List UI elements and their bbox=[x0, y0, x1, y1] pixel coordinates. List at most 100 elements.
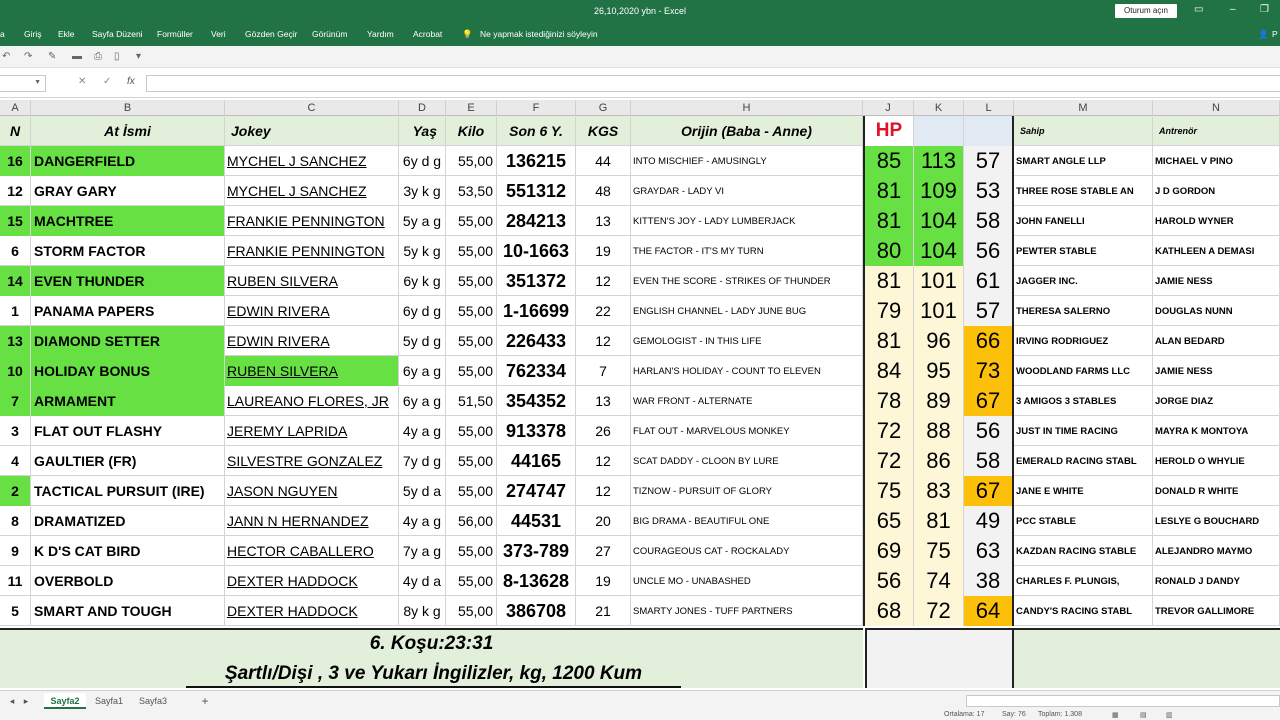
tab-view[interactable]: Görünüm bbox=[312, 29, 347, 39]
cell-age[interactable]: 4y a g bbox=[399, 506, 446, 536]
cell-origin[interactable]: GRAYDAR - LADY VI bbox=[631, 176, 863, 206]
cell-jockey[interactable]: DEXTER HADDOCK bbox=[225, 566, 399, 596]
header-owner[interactable]: Sahip bbox=[1014, 116, 1153, 146]
cell-k[interactable]: 104 bbox=[914, 206, 964, 236]
cell-horse[interactable]: MACHTREE bbox=[31, 206, 225, 236]
cell-jockey[interactable]: HECTOR CABALLERO bbox=[225, 536, 399, 566]
header-age[interactable]: Yaş bbox=[399, 116, 446, 146]
column-header[interactable]: K bbox=[914, 100, 964, 116]
ribbon-display-icon[interactable]: ▭ bbox=[1194, 4, 1203, 15]
cell-l[interactable]: 67 bbox=[964, 386, 1014, 416]
cell-l[interactable]: 57 bbox=[964, 296, 1014, 326]
cell-no[interactable]: 9 bbox=[0, 536, 31, 566]
insert-function-icon[interactable]: fx bbox=[127, 76, 135, 87]
cell-hp[interactable]: 68 bbox=[863, 596, 914, 626]
cell-age[interactable]: 7y a g bbox=[399, 536, 446, 566]
cell-son6[interactable]: 44165 bbox=[497, 446, 576, 476]
cell-kilo[interactable]: 55,00 bbox=[446, 566, 497, 596]
cell-age[interactable]: 5y d a bbox=[399, 476, 446, 506]
tab-insert[interactable]: Ekle bbox=[58, 29, 75, 39]
cell-kgs[interactable]: 20 bbox=[576, 506, 631, 536]
cell-kgs[interactable]: 12 bbox=[576, 326, 631, 356]
cell-kilo[interactable]: 55,00 bbox=[446, 416, 497, 446]
cell-owner[interactable]: THREE ROSE STABLE AN bbox=[1014, 176, 1153, 206]
cell-kgs[interactable]: 21 bbox=[576, 596, 631, 626]
cell-owner[interactable]: IRVING RODRIGUEZ bbox=[1014, 326, 1153, 356]
cell-owner[interactable]: CHARLES F. PLUNGIS, bbox=[1014, 566, 1153, 596]
cell-son6[interactable]: 10-1663 bbox=[497, 236, 576, 266]
cell-trainer[interactable]: DONALD R WHITE bbox=[1153, 476, 1280, 506]
cell-age[interactable]: 6y d g bbox=[399, 296, 446, 326]
cell-son6[interactable]: 274747 bbox=[497, 476, 576, 506]
cell-hp[interactable]: 81 bbox=[863, 176, 914, 206]
cell-no[interactable]: 16 bbox=[0, 146, 31, 176]
sheet-tab-sayfa1[interactable]: Sayfa1 bbox=[88, 693, 130, 709]
tab-help[interactable]: Yardım bbox=[367, 29, 394, 39]
cell-hp[interactable]: 85 bbox=[863, 146, 914, 176]
share-person-icon[interactable]: 👤 bbox=[1258, 29, 1269, 40]
cell-age[interactable]: 4y a g bbox=[399, 416, 446, 446]
cell-jockey[interactable]: RUBEN SILVERA bbox=[225, 266, 399, 296]
redo-icon[interactable]: ↷ bbox=[24, 51, 32, 62]
new-document-icon[interactable]: ▯ bbox=[114, 51, 120, 62]
header-horse[interactable]: At İsmi bbox=[31, 116, 225, 146]
cell-origin[interactable]: GEMOLOGIST - IN THIS LIFE bbox=[631, 326, 863, 356]
cell-horse[interactable]: DANGERFIELD bbox=[31, 146, 225, 176]
column-header[interactable]: D bbox=[399, 100, 446, 116]
header-kgs[interactable]: KGS bbox=[576, 116, 631, 146]
cell-l[interactable]: 56 bbox=[964, 416, 1014, 446]
cell-kilo[interactable]: 55,00 bbox=[446, 206, 497, 236]
column-header[interactable]: G bbox=[576, 100, 631, 116]
worksheet-grid[interactable]: N At İsmi Jokey Yaş Kilo Son 6 Y. KGS Or… bbox=[0, 116, 1280, 688]
column-header[interactable]: J bbox=[863, 100, 914, 116]
confirm-icon[interactable]: ✓ bbox=[103, 76, 111, 87]
cell-no[interactable]: 1 bbox=[0, 296, 31, 326]
cell-son6[interactable]: 386708 bbox=[497, 596, 576, 626]
cell-jockey[interactable]: EDWIN RIVERA bbox=[225, 296, 399, 326]
header-no[interactable]: N bbox=[0, 116, 31, 146]
cell-origin[interactable]: EVEN THE SCORE - STRIKES OF THUNDER bbox=[631, 266, 863, 296]
cell-origin[interactable]: ENGLISH CHANNEL - LADY JUNE BUG bbox=[631, 296, 863, 326]
cell-kilo[interactable]: 55,00 bbox=[446, 536, 497, 566]
horizontal-scrollbar[interactable] bbox=[966, 695, 1280, 707]
column-header[interactable]: E bbox=[446, 100, 497, 116]
cell-jockey[interactable]: JANN N HERNANDEZ bbox=[225, 506, 399, 536]
share-label[interactable]: P bbox=[1272, 29, 1278, 39]
cell-kgs[interactable]: 12 bbox=[576, 476, 631, 506]
cell-k[interactable]: 95 bbox=[914, 356, 964, 386]
column-header[interactable]: H bbox=[631, 100, 863, 116]
header-jockey[interactable]: Jokey bbox=[225, 116, 399, 146]
cell-no[interactable]: 13 bbox=[0, 326, 31, 356]
cell-origin[interactable]: HARLAN'S HOLIDAY - COUNT TO ELEVEN bbox=[631, 356, 863, 386]
cell-no[interactable]: 2 bbox=[0, 476, 31, 506]
cell-son6[interactable]: 351372 bbox=[497, 266, 576, 296]
cell-hp[interactable]: 81 bbox=[863, 206, 914, 236]
cell-hp[interactable]: 72 bbox=[863, 446, 914, 476]
cell-k[interactable]: 104 bbox=[914, 236, 964, 266]
cell-age[interactable]: 5y a g bbox=[399, 206, 446, 236]
cell-trainer[interactable]: HAROLD WYNER bbox=[1153, 206, 1280, 236]
cell-owner[interactable]: JAGGER INC. bbox=[1014, 266, 1153, 296]
cell-hp[interactable]: 69 bbox=[863, 536, 914, 566]
cell-hp[interactable]: 80 bbox=[863, 236, 914, 266]
cell-owner[interactable]: PEWTER STABLE bbox=[1014, 236, 1153, 266]
cell-horse[interactable]: DIAMOND SETTER bbox=[31, 326, 225, 356]
cell-trainer[interactable]: J D GORDON bbox=[1153, 176, 1280, 206]
cell-k[interactable]: 81 bbox=[914, 506, 964, 536]
restore-icon[interactable]: ❐ bbox=[1260, 4, 1269, 15]
cell-no[interactable]: 6 bbox=[0, 236, 31, 266]
column-header[interactable]: L bbox=[964, 100, 1014, 116]
cell-l[interactable]: 61 bbox=[964, 266, 1014, 296]
cell-no[interactable]: 12 bbox=[0, 176, 31, 206]
cell-owner[interactable]: THERESA SALERNO bbox=[1014, 296, 1153, 326]
cell-son6[interactable]: 551312 bbox=[497, 176, 576, 206]
cell-l[interactable]: 63 bbox=[964, 536, 1014, 566]
cell-jockey[interactable]: FRANKIE PENNINGTON bbox=[225, 236, 399, 266]
cell-son6[interactable]: 1-16699 bbox=[497, 296, 576, 326]
cell-kilo[interactable]: 51,50 bbox=[446, 386, 497, 416]
cell-kgs[interactable]: 12 bbox=[576, 266, 631, 296]
tab-acrobat[interactable]: Acrobat bbox=[413, 29, 442, 39]
cell-l[interactable]: 58 bbox=[964, 446, 1014, 476]
cell-l[interactable]: 53 bbox=[964, 176, 1014, 206]
cell-kgs[interactable]: 27 bbox=[576, 536, 631, 566]
